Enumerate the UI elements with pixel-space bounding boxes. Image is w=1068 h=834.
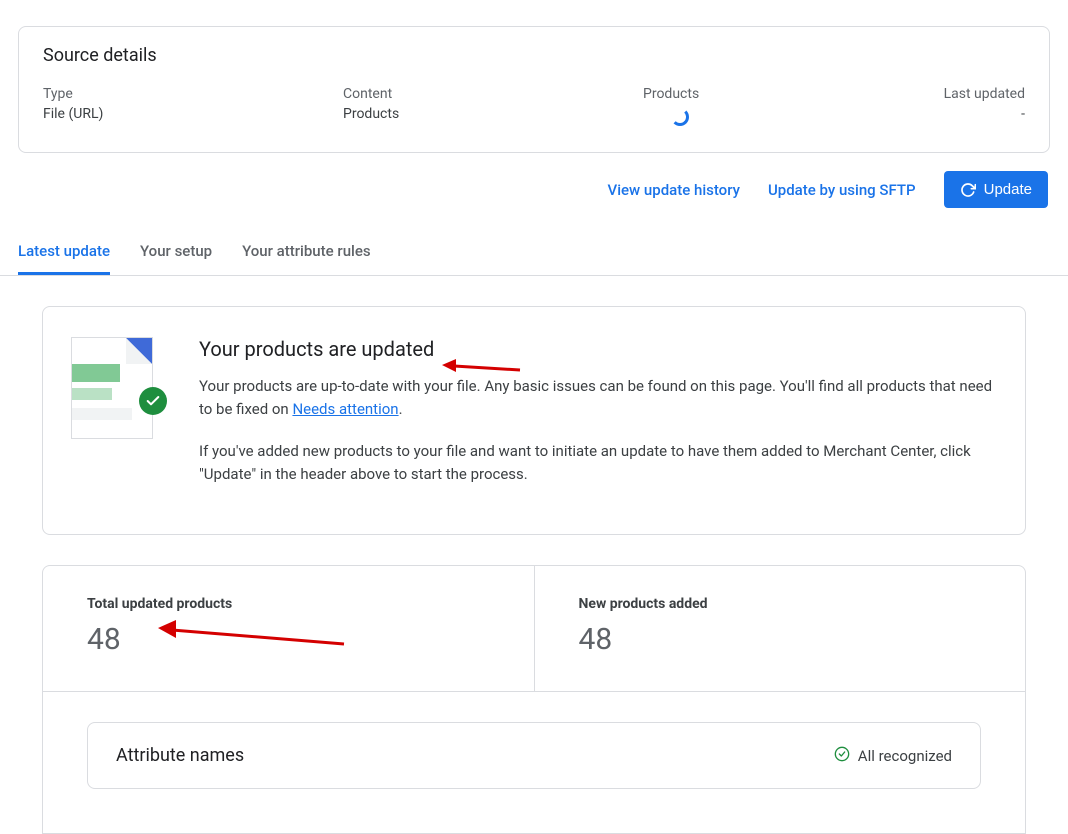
attribute-names-card: Attribute names All recognized [87, 722, 981, 789]
status-illustration [71, 337, 161, 504]
stat-new-value: 48 [579, 622, 986, 657]
source-products-label: Products [643, 86, 943, 102]
status-paragraph-1: Your products are up-to-date with your f… [199, 375, 997, 422]
attributes-section: Attribute names All recognized [42, 691, 1026, 834]
source-content-label: Content [343, 86, 643, 102]
loading-spinner-icon [671, 108, 689, 126]
update-button[interactable]: Update [944, 171, 1048, 208]
attribute-names-title: Attribute names [116, 745, 244, 766]
attribute-status: All recognized [834, 746, 952, 766]
stat-total-updated: Total updated products 48 [43, 566, 534, 691]
update-button-label: Update [984, 181, 1032, 198]
status-p1-after: . [399, 400, 403, 418]
actions-row: View update history Update by using SFTP… [0, 171, 1048, 208]
source-type-value: File (URL) [43, 106, 343, 122]
view-history-link[interactable]: View update history [608, 181, 740, 199]
status-card: Your products are updated Your products … [42, 306, 1026, 535]
stat-total-label: Total updated products [87, 596, 494, 612]
stat-total-value: 48 [87, 622, 494, 657]
tab-your-setup[interactable]: Your setup [140, 242, 212, 275]
attribute-status-text: All recognized [858, 747, 952, 765]
tab-attribute-rules[interactable]: Your attribute rules [242, 242, 371, 275]
stats-row: Total updated products 48 New products a… [42, 565, 1026, 691]
refresh-icon [960, 182, 976, 198]
needs-attention-link[interactable]: Needs attention [292, 400, 398, 418]
source-details-grid: Type File (URL) Content Products Product… [43, 86, 1025, 130]
source-details-card: Source details Type File (URL) Content P… [18, 26, 1050, 153]
source-updated-value: - [943, 106, 1025, 122]
success-check-icon [139, 387, 167, 415]
status-paragraph-2: If you've added new products to your fil… [199, 440, 997, 487]
stat-new-added: New products added 48 [534, 566, 1026, 691]
stat-new-label: New products added [579, 596, 986, 612]
update-sftp-link[interactable]: Update by using SFTP [768, 181, 916, 199]
document-icon [71, 337, 153, 439]
source-updated-label: Last updated [943, 86, 1025, 102]
tabs: Latest update Your setup Your attribute … [0, 242, 1068, 276]
source-details-title: Source details [43, 45, 1025, 66]
tab-latest-update[interactable]: Latest update [18, 242, 110, 275]
source-content-value: Products [343, 106, 643, 122]
check-circle-icon [834, 746, 850, 766]
status-title: Your products are updated [199, 337, 997, 361]
source-type-label: Type [43, 86, 343, 102]
